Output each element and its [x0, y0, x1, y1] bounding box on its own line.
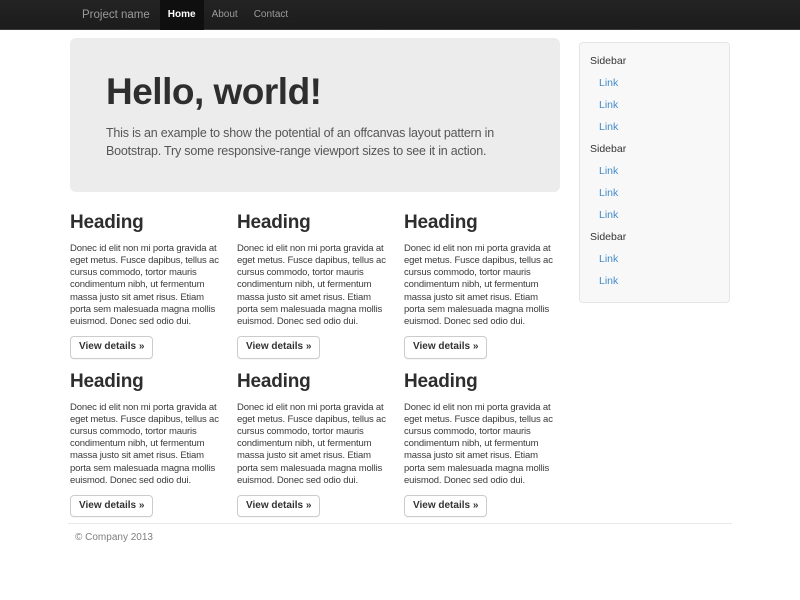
card-heading: Heading [70, 371, 220, 394]
sidebar-group: Sidebar LinkLink [580, 226, 729, 292]
card-body-text: Donec id elit non mi porta gravida at eg… [70, 402, 222, 487]
view-details-button[interactable]: View details » [237, 495, 320, 518]
content-card: Heading Donec id elit non mi porta gravi… [237, 371, 387, 518]
main-column: Hello, world! This is an example to show… [68, 30, 560, 517]
sidebar-column: Sidebar LinkLinkLink Sidebar LinkLinkLin… [579, 42, 730, 303]
view-details-button[interactable]: View details » [70, 336, 153, 359]
jumbotron: Hello, world! This is an example to show… [70, 38, 560, 192]
sidebar-group-label: Sidebar [580, 138, 729, 160]
view-details-button[interactable]: View details » [237, 336, 320, 359]
card-row: Heading Donec id elit non mi porta gravi… [70, 371, 560, 518]
card-row: Heading Donec id elit non mi porta gravi… [70, 212, 560, 359]
card-heading: Heading [404, 371, 554, 394]
card-heading: Heading [404, 212, 554, 235]
navbar-menu: HomeAboutContact [160, 0, 296, 30]
content-row: Hello, world! This is an example to show… [68, 30, 732, 517]
content-card: Heading Donec id elit non mi porta gravi… [404, 212, 554, 359]
nav-item-home[interactable]: Home [160, 0, 204, 30]
nav-item-contact[interactable]: Contact [246, 0, 296, 30]
card-heading: Heading [237, 371, 387, 394]
sidebar-panel: Sidebar LinkLinkLink Sidebar LinkLinkLin… [579, 42, 730, 303]
card-body-text: Donec id elit non mi porta gravida at eg… [237, 402, 389, 487]
sidebar-link[interactable]: Link [580, 270, 729, 292]
nav-item-about[interactable]: About [204, 0, 246, 30]
sidebar-group-label: Sidebar [580, 50, 729, 72]
view-details-button[interactable]: View details » [404, 495, 487, 518]
view-details-button[interactable]: View details » [404, 336, 487, 359]
sidebar-link[interactable]: Link [580, 248, 729, 270]
page-title: Hello, world! [106, 72, 520, 113]
content-card: Heading Donec id elit non mi porta gravi… [404, 371, 554, 518]
sidebar-link[interactable]: Link [580, 182, 729, 204]
footer-copyright: © Company 2013 [75, 532, 732, 543]
card-body-text: Donec id elit non mi porta gravida at eg… [237, 243, 389, 328]
card-heading: Heading [237, 212, 387, 235]
footer: © Company 2013 [68, 523, 732, 543]
navbar-inner: Project name HomeAboutContact [68, 0, 732, 30]
sidebar-link[interactable]: Link [580, 116, 729, 138]
brand-link[interactable]: Project name [68, 0, 160, 30]
navbar: Project name HomeAboutContact [0, 0, 800, 30]
sidebar-group-label: Sidebar [580, 226, 729, 248]
card-heading: Heading [70, 212, 220, 235]
sidebar-link[interactable]: Link [580, 72, 729, 94]
content-card: Heading Donec id elit non mi porta gravi… [70, 371, 220, 518]
card-body-text: Donec id elit non mi porta gravida at eg… [404, 402, 556, 487]
content-card: Heading Donec id elit non mi porta gravi… [237, 212, 387, 359]
sidebar-link[interactable]: Link [580, 204, 729, 226]
cards-grid: Heading Donec id elit non mi porta gravi… [70, 212, 560, 517]
view-details-button[interactable]: View details » [70, 495, 153, 518]
sidebar-link[interactable]: Link [580, 94, 729, 116]
sidebar-link[interactable]: Link [580, 160, 729, 182]
card-body-text: Donec id elit non mi porta gravida at eg… [70, 243, 222, 328]
sidebar-group: Sidebar LinkLinkLink [580, 50, 729, 138]
card-body-text: Donec id elit non mi porta gravida at eg… [404, 243, 556, 328]
content-card: Heading Donec id elit non mi porta gravi… [70, 212, 220, 359]
sidebar-group: Sidebar LinkLinkLink [580, 138, 729, 226]
page-container: Hello, world! This is an example to show… [68, 30, 732, 543]
jumbotron-lead: This is an example to show the potential… [106, 124, 520, 162]
